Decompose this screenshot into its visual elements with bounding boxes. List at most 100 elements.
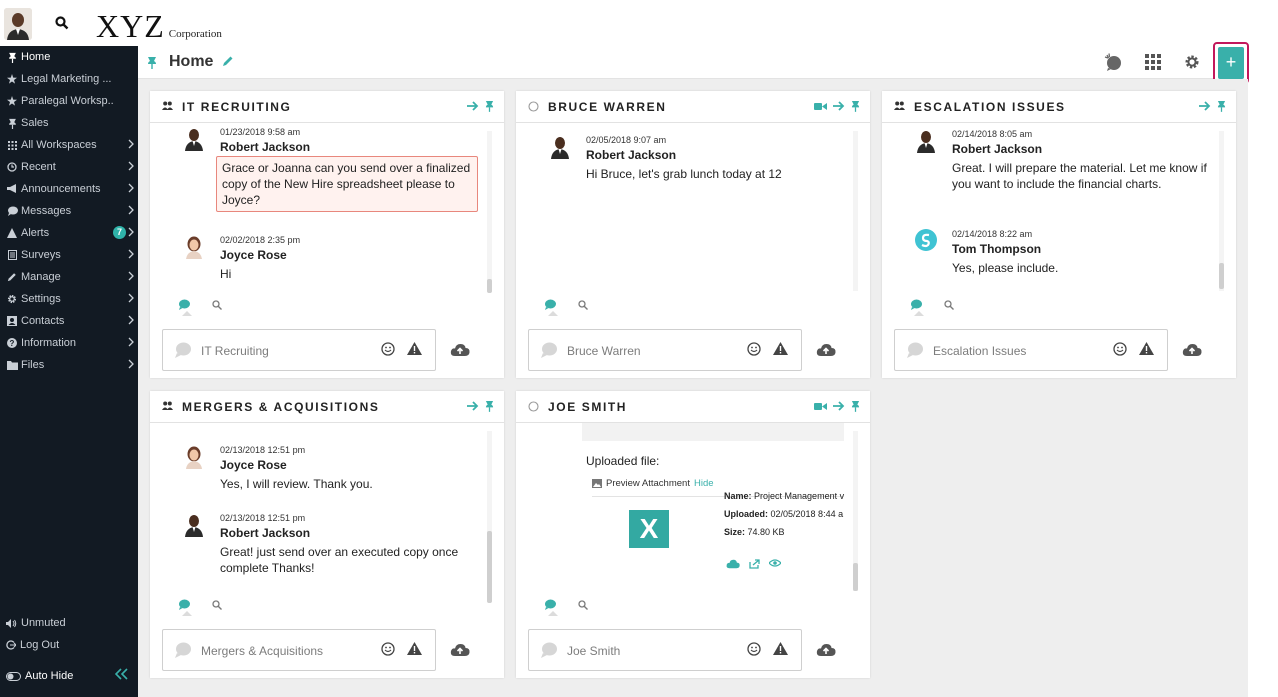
sidebar-item-legal-marketing[interactable]: Legal Marketing ... (0, 68, 138, 90)
hide-link[interactable]: Hide (694, 478, 714, 489)
search-messages-icon[interactable] (944, 300, 954, 310)
message-scrollbar[interactable] (487, 131, 492, 293)
urgent-alert-icon[interactable] (1139, 342, 1154, 355)
file-meta-value: Project Management v (754, 491, 845, 501)
search-icon[interactable] (55, 16, 69, 30)
upload-cloud-icon[interactable] (450, 343, 470, 357)
sidebar-item-settings[interactable]: Settings (0, 288, 138, 310)
video-call-icon[interactable] (814, 102, 827, 111)
search-messages-icon[interactable] (578, 300, 588, 310)
message-input[interactable]: Escalation Issues (894, 329, 1168, 371)
emoji-icon[interactable] (747, 342, 761, 356)
alerts-count-badge: 7 (113, 226, 126, 239)
chat-tab-icon[interactable] (910, 299, 922, 310)
sidebar-item-information[interactable]: ? Information (0, 332, 138, 354)
message-scrollbar[interactable] (853, 431, 858, 591)
chat-tab-icon[interactable] (544, 299, 556, 310)
pin-icon[interactable] (851, 100, 860, 112)
add-button[interactable]: + (1213, 42, 1249, 84)
urgent-alert-icon[interactable] (773, 342, 788, 355)
chat-tab-icon[interactable] (544, 599, 556, 610)
urgent-alert-icon[interactable] (407, 342, 422, 355)
sender-avatar[interactable] (915, 129, 937, 153)
scrollbar-thumb[interactable] (487, 279, 492, 293)
scrollbar-thumb[interactable] (487, 531, 492, 603)
pin-icon[interactable] (485, 100, 494, 112)
eye-icon[interactable] (769, 559, 781, 569)
sidebar-item-manage[interactable]: Manage (0, 266, 138, 288)
sidebar: Home Legal Marketing ... Paralegal Worksp.… (0, 46, 138, 697)
search-messages-icon[interactable] (212, 300, 222, 310)
sidebar-item-home[interactable]: Home (0, 46, 138, 68)
open-arrow-icon[interactable] (833, 401, 845, 411)
pin-icon[interactable] (485, 400, 494, 412)
message-scrollbar[interactable] (853, 131, 858, 291)
message-input[interactable]: Joe Smith (528, 629, 802, 671)
sender-avatar[interactable] (915, 229, 937, 253)
sidebar-item-announcements[interactable]: Announcements (0, 178, 138, 200)
sidebar-item-label: Alerts (21, 227, 50, 239)
emoji-icon[interactable] (381, 642, 395, 656)
open-arrow-icon[interactable] (1199, 101, 1211, 111)
sender-avatar[interactable] (183, 127, 205, 151)
edit-pencil-icon[interactable] (222, 55, 234, 67)
chevron-right-icon (128, 315, 134, 325)
sidebar-item-all-workspaces[interactable]: All Workspaces (0, 134, 138, 156)
sidebar-item-paralegal-worksp[interactable]: Paralegal Worksp... (0, 90, 138, 112)
emoji-icon[interactable] (381, 342, 395, 356)
sender-avatar[interactable] (549, 135, 571, 159)
folder-icon (6, 359, 18, 371)
scrollbar-thumb[interactable] (1219, 263, 1224, 289)
sidebar-item-label: Paralegal Worksp... (21, 95, 113, 107)
file-meta-value: 02/05/2018 8:44 a (770, 509, 844, 519)
message-input[interactable]: Mergers & Acquisitions (162, 629, 436, 671)
share-icon[interactable] (749, 559, 760, 569)
scrollbar-thumb[interactable] (853, 563, 858, 591)
message-list: 02/14/2018 8:05 am Robert Jackson Great. I… (882, 123, 1222, 297)
search-messages-icon[interactable] (578, 600, 588, 610)
open-arrow-icon[interactable] (467, 401, 479, 411)
collapse-sidebar-icon[interactable] (115, 668, 129, 680)
sidebar-item-files[interactable]: Files (0, 354, 138, 376)
video-call-icon[interactable] (814, 402, 827, 411)
upload-cloud-icon[interactable] (816, 643, 836, 657)
message-scrollbar[interactable] (1219, 131, 1224, 291)
sender-avatar[interactable] (183, 513, 205, 537)
urgent-alert-icon[interactable] (773, 642, 788, 655)
sound-toggle[interactable]: Unmuted (6, 617, 66, 629)
pin-icon[interactable] (1217, 100, 1226, 112)
sidebar-item-contacts[interactable]: Contacts (0, 310, 138, 332)
search-messages-icon[interactable] (212, 600, 222, 610)
emoji-icon[interactable] (1113, 342, 1127, 356)
chat-tab-icon[interactable] (178, 299, 190, 310)
sender-avatar[interactable] (183, 235, 205, 259)
sidebar-item-messages[interactable]: Messages (0, 200, 138, 222)
chat-tab-icon[interactable] (178, 599, 190, 610)
message-input[interactable]: IT Recruiting (162, 329, 436, 371)
upload-cloud-icon[interactable] (450, 643, 470, 657)
sidebar-item-alerts[interactable]: Alerts 7 (0, 222, 138, 244)
sidebar-item-recent[interactable]: Recent (0, 156, 138, 178)
sender-avatar[interactable] (183, 445, 205, 469)
urgent-alert-icon[interactable] (407, 642, 422, 655)
active-tab-indicator (182, 311, 192, 316)
pin-icon[interactable] (147, 56, 157, 69)
message-scrollbar[interactable] (487, 431, 492, 603)
grid-view-icon[interactable] (1145, 54, 1161, 70)
open-arrow-icon[interactable] (467, 101, 479, 111)
pin-icon[interactable] (851, 400, 860, 412)
open-arrow-icon[interactable] (833, 101, 845, 111)
emoji-icon[interactable] (747, 642, 761, 656)
logout-link[interactable]: Log Out (6, 639, 59, 651)
download-icon[interactable] (726, 559, 740, 569)
upload-cloud-icon[interactable] (1182, 343, 1202, 357)
sidebar-item-surveys[interactable]: Surveys (0, 244, 138, 266)
gear-icon[interactable] (1184, 54, 1200, 70)
excel-file-icon[interactable]: X (629, 510, 669, 548)
message-input[interactable]: Bruce Warren (528, 329, 802, 371)
new-chat-icon[interactable] (1104, 53, 1124, 71)
upload-cloud-icon[interactable] (816, 343, 836, 357)
sidebar-item-sales[interactable]: Sales (0, 112, 138, 134)
auto-hide-toggle[interactable]: Auto Hide (6, 670, 73, 682)
user-avatar[interactable] (4, 8, 32, 40)
